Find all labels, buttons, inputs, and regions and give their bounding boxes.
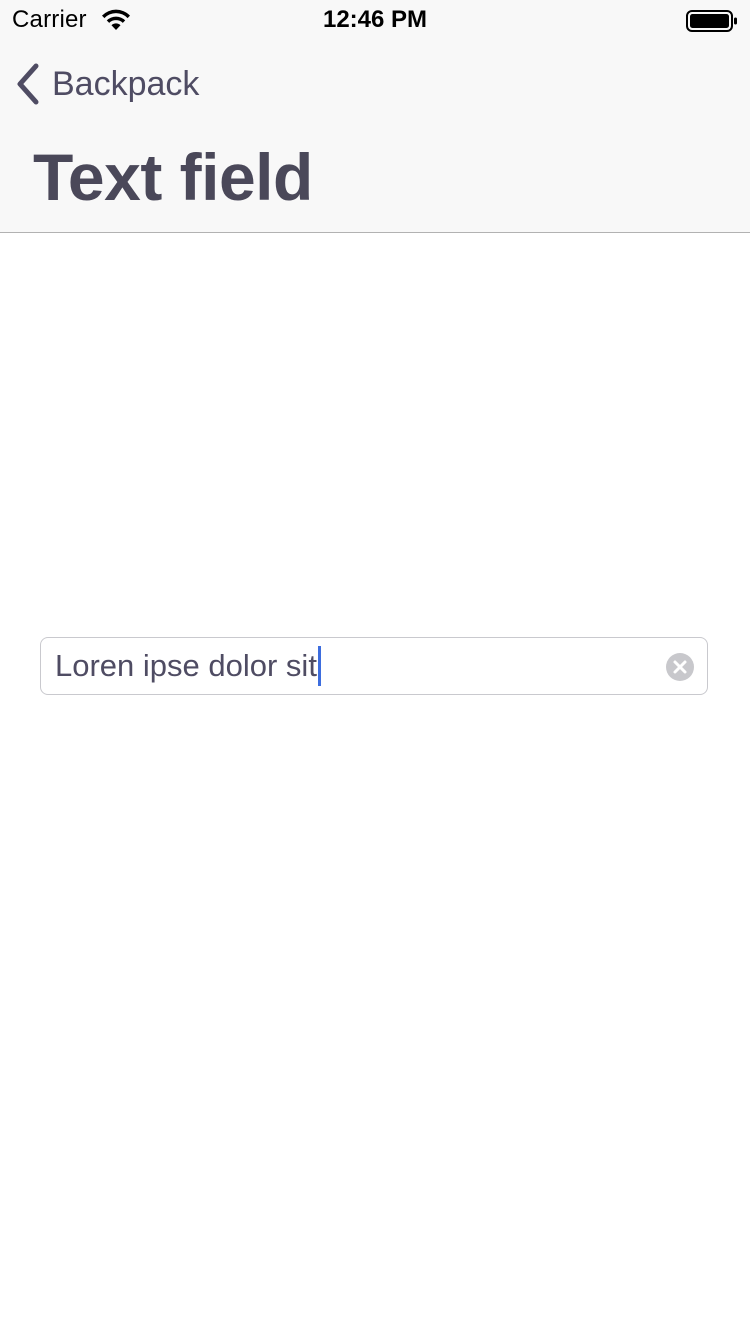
- navigation-bar: Backpack Text field: [0, 40, 750, 233]
- clear-icon[interactable]: [666, 653, 694, 681]
- text-cursor: [317, 646, 321, 686]
- chevron-left-icon: [17, 63, 39, 105]
- back-button-label: Backpack: [52, 65, 200, 103]
- status-bar: Carrier 12:46 PM: [0, 0, 750, 40]
- text-field-value[interactable]: Loren ipse dolor sit: [55, 648, 317, 684]
- battery-icon: [686, 10, 737, 32]
- page-title: Text field: [33, 140, 313, 214]
- text-field-content[interactable]: Loren ipse dolor sit: [55, 638, 321, 694]
- text-field[interactable]: Loren ipse dolor sit: [40, 637, 708, 695]
- status-time: 12:46 PM: [322, 6, 428, 33]
- back-button[interactable]: Backpack: [14, 60, 199, 108]
